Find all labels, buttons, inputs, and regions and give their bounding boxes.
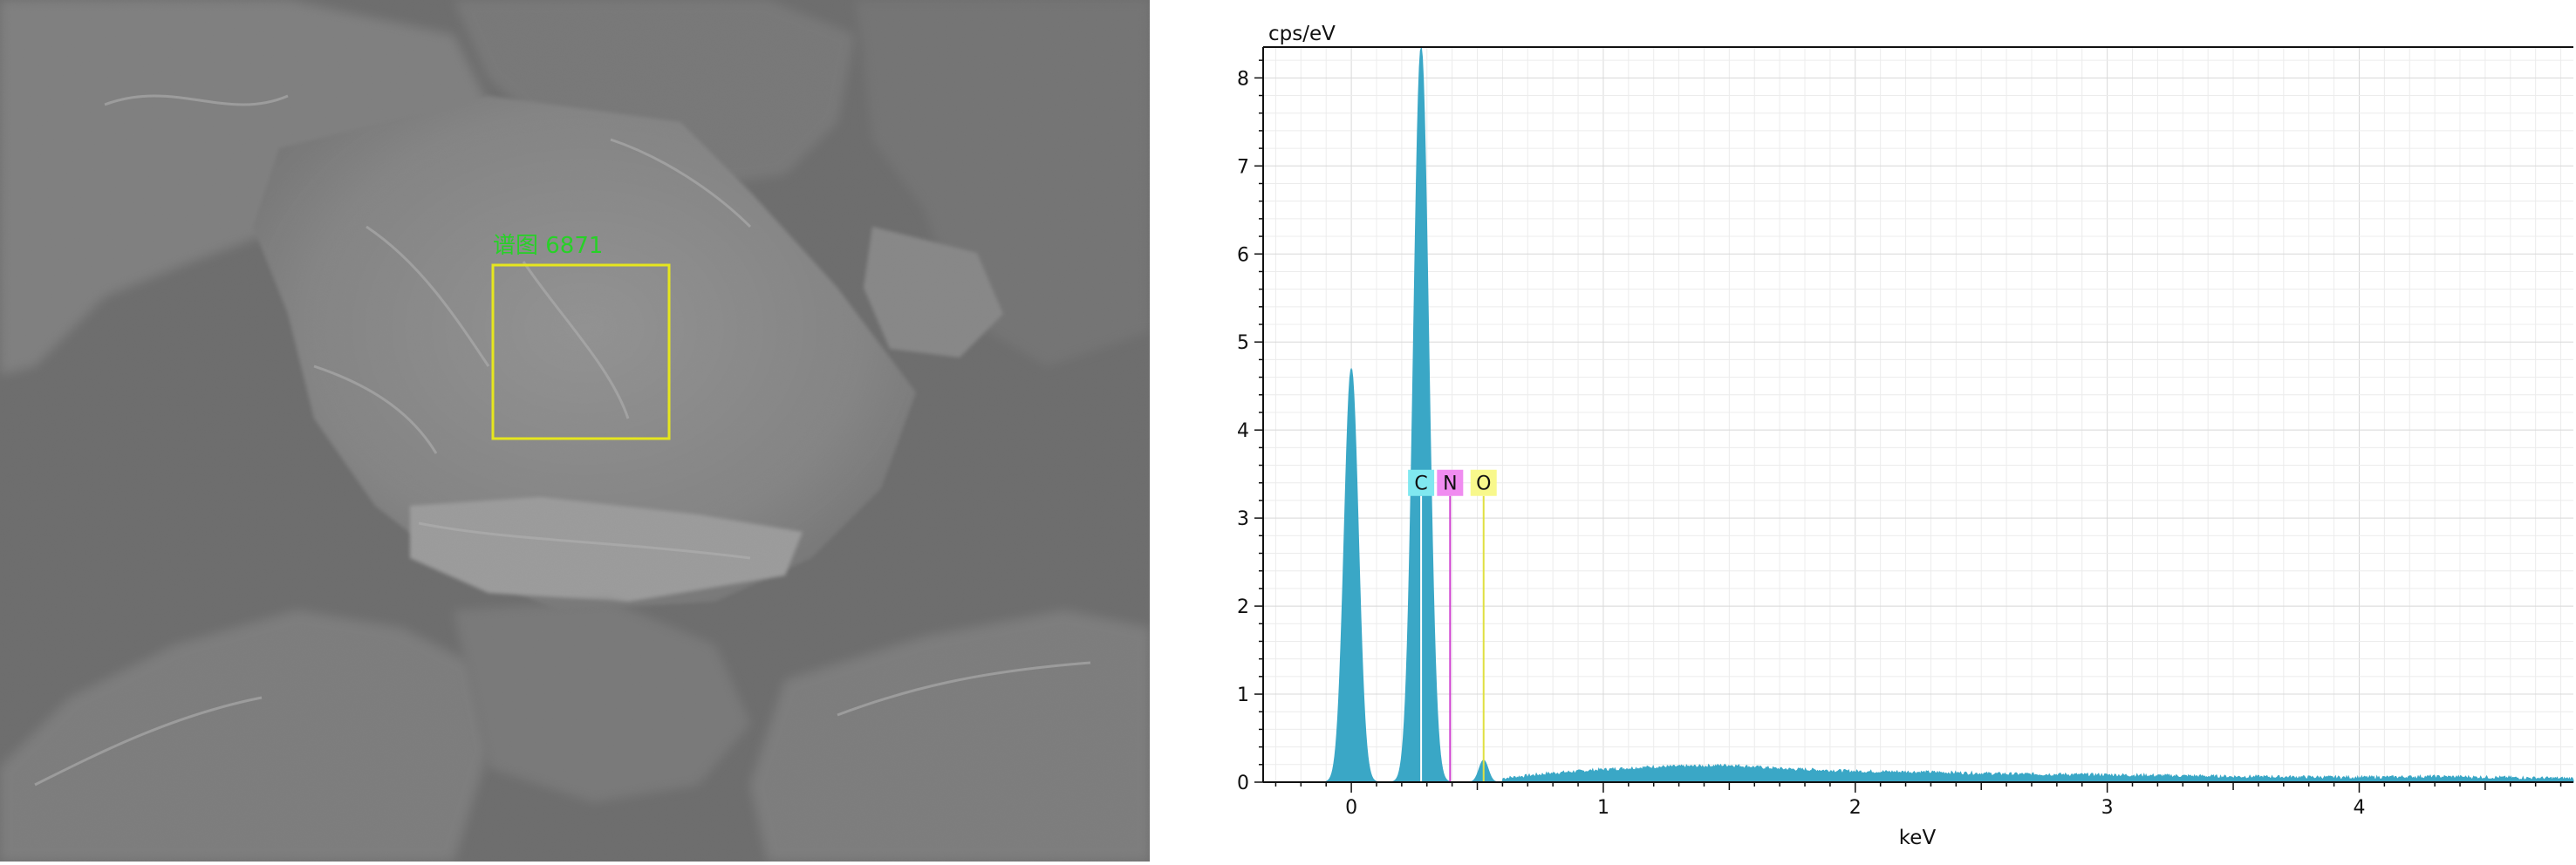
y-tick-label: 3 xyxy=(1237,508,1249,530)
y-tick-label: 5 xyxy=(1237,332,1249,354)
y-tick-label: 0 xyxy=(1237,773,1249,794)
y-tick-label: 4 xyxy=(1237,420,1249,442)
y-tick-label: 8 xyxy=(1237,68,1249,90)
y-tick-label: 2 xyxy=(1237,596,1249,618)
spectrum-area xyxy=(1263,47,2574,783)
y-tick-label: 1 xyxy=(1237,685,1249,706)
x-axis-label: keV xyxy=(1899,827,1937,849)
x-tick-label: 2 xyxy=(1849,797,1862,819)
element-label-n: N xyxy=(1443,473,1457,495)
y-axis-label: cps/eV xyxy=(1268,23,1336,45)
x-tick-label: 1 xyxy=(1597,797,1609,819)
peak-point xyxy=(1350,367,1352,369)
y-tick-label: 7 xyxy=(1237,156,1249,178)
sem-micrograph: 谱图 6871 xyxy=(0,0,1150,862)
chart-svg: CNO 0 1 2 3 4 0 1 2 3 4 5 6 7 8 cps/eV keV xyxy=(1237,23,2574,849)
y-tick-label: 6 xyxy=(1237,244,1249,266)
spectrum-series xyxy=(1263,46,2574,783)
sem-image: 谱图 6871 xyxy=(0,0,1150,862)
x-tick-label: 4 xyxy=(2353,797,2365,819)
x-tick-label: 0 xyxy=(1345,797,1357,819)
eds-spectrum-chart: CNO 0 1 2 3 4 0 1 2 3 4 5 6 7 8 cps/eV keV xyxy=(1150,0,2576,862)
grid xyxy=(1263,47,2573,783)
element-label-c: C xyxy=(1414,473,1427,495)
x-tick-label: 3 xyxy=(2101,797,2114,819)
element-label-o: O xyxy=(1476,473,1491,495)
region-label: 谱图 6871 xyxy=(493,233,603,259)
sem-noise xyxy=(0,0,1150,862)
